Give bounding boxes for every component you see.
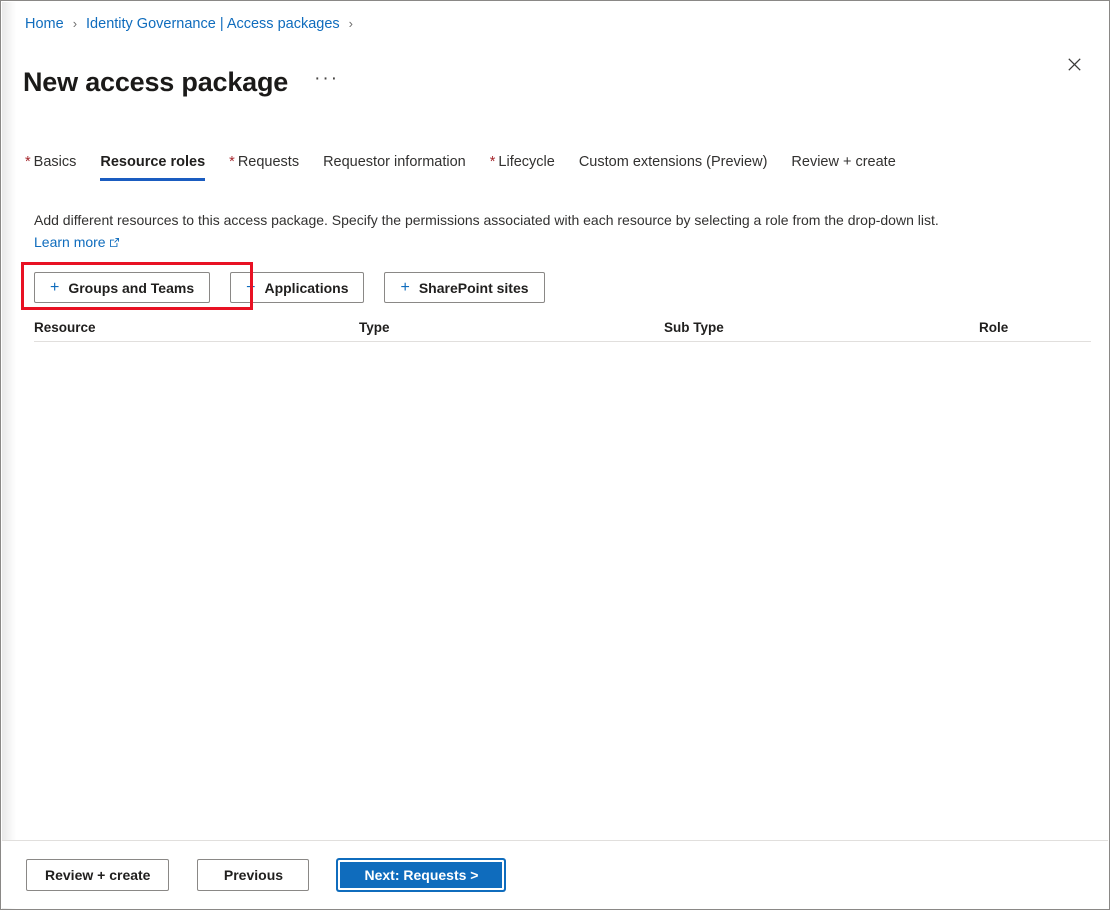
add-sharepoint-sites-label: SharePoint sites	[418, 279, 529, 296]
tab-resource-roles[interactable]: Resource roles	[88, 152, 217, 181]
tab-custom-extensions[interactable]: Custom extensions (Preview)	[567, 152, 780, 181]
breadcrumb-separator-icon: ›	[72, 16, 78, 31]
table-header-row: Resource Type Sub Type Role	[34, 314, 1091, 342]
breadcrumb-separator-icon-2: ›	[348, 16, 354, 31]
plus-icon: +	[400, 278, 410, 296]
resource-roles-table: Resource Type Sub Type Role	[34, 314, 1091, 812]
page-description-text: Add different resources to this access p…	[34, 212, 939, 228]
page-description: Add different resources to this access p…	[34, 209, 959, 253]
learn-more-label: Learn more	[34, 234, 106, 250]
close-button[interactable]	[1059, 49, 1089, 79]
breadcrumb-item-identity-governance[interactable]: Identity Governance | Access packages	[86, 14, 340, 34]
tab-basics[interactable]: * Basics	[23, 152, 88, 181]
tab-label-requestor-information: Requestor information	[323, 154, 466, 170]
tab-label-requests: Requests	[237, 154, 300, 170]
tab-label-basics: Basics	[33, 154, 77, 170]
tab-label-custom-extensions: Custom extensions (Preview)	[578, 154, 768, 170]
tab-review-create[interactable]: Review + create	[779, 152, 907, 181]
plus-icon: +	[246, 278, 256, 296]
add-resource-button-group: + Groups and Teams + Applications + Shar…	[34, 272, 545, 303]
page-title: New access package	[23, 67, 289, 98]
add-groups-and-teams-label: Groups and Teams	[68, 279, 195, 296]
add-applications-button[interactable]: + Applications	[230, 272, 365, 303]
breadcrumb-item-home[interactable]: Home	[25, 14, 64, 34]
tab-lifecycle[interactable]: * Lifecycle	[478, 152, 567, 181]
tab-requests[interactable]: * Requests	[217, 152, 311, 181]
column-header-type: Type	[359, 320, 390, 335]
breadcrumb: Home › Identity Governance | Access pack…	[25, 14, 362, 34]
previous-button[interactable]: Previous	[197, 858, 310, 891]
wizard-footer: Review + create Previous Next: Requests …	[2, 840, 1108, 908]
column-header-role: Role	[979, 320, 1009, 335]
more-options-icon[interactable]: ···	[310, 68, 343, 96]
close-icon	[1067, 57, 1081, 71]
next-requests-button[interactable]: Next: Requests >	[337, 858, 506, 891]
required-asterisk-requests: *	[229, 154, 235, 170]
add-groups-and-teams-button[interactable]: + Groups and Teams	[34, 272, 211, 303]
new-access-package-blade: Home › Identity Governance | Access pack…	[0, 0, 1110, 910]
tab-label-lifecycle: Lifecycle	[498, 154, 555, 170]
required-asterisk-basics: *	[25, 154, 31, 170]
table-body	[34, 342, 1091, 812]
review-create-button[interactable]: Review + create	[26, 858, 170, 891]
tab-label-resource-roles: Resource roles	[100, 154, 206, 170]
column-header-sub-type: Sub Type	[664, 320, 724, 335]
blade-left-gutter	[2, 2, 16, 909]
plus-icon: +	[50, 278, 60, 296]
add-sharepoint-sites-button[interactable]: + SharePoint sites	[384, 272, 545, 303]
external-link-icon	[109, 238, 119, 247]
learn-more-link[interactable]: Learn more	[34, 234, 120, 250]
column-header-resource: Resource	[34, 320, 96, 335]
tab-label-review-create: Review + create	[791, 154, 896, 170]
wizard-tabs: * Basics Resource roles * Requests Reque…	[23, 145, 908, 181]
title-row: New access package ···	[23, 47, 343, 117]
add-applications-label: Applications	[264, 279, 349, 296]
tab-requestor-information[interactable]: Requestor information	[311, 152, 478, 181]
required-asterisk-lifecycle: *	[489, 154, 496, 170]
